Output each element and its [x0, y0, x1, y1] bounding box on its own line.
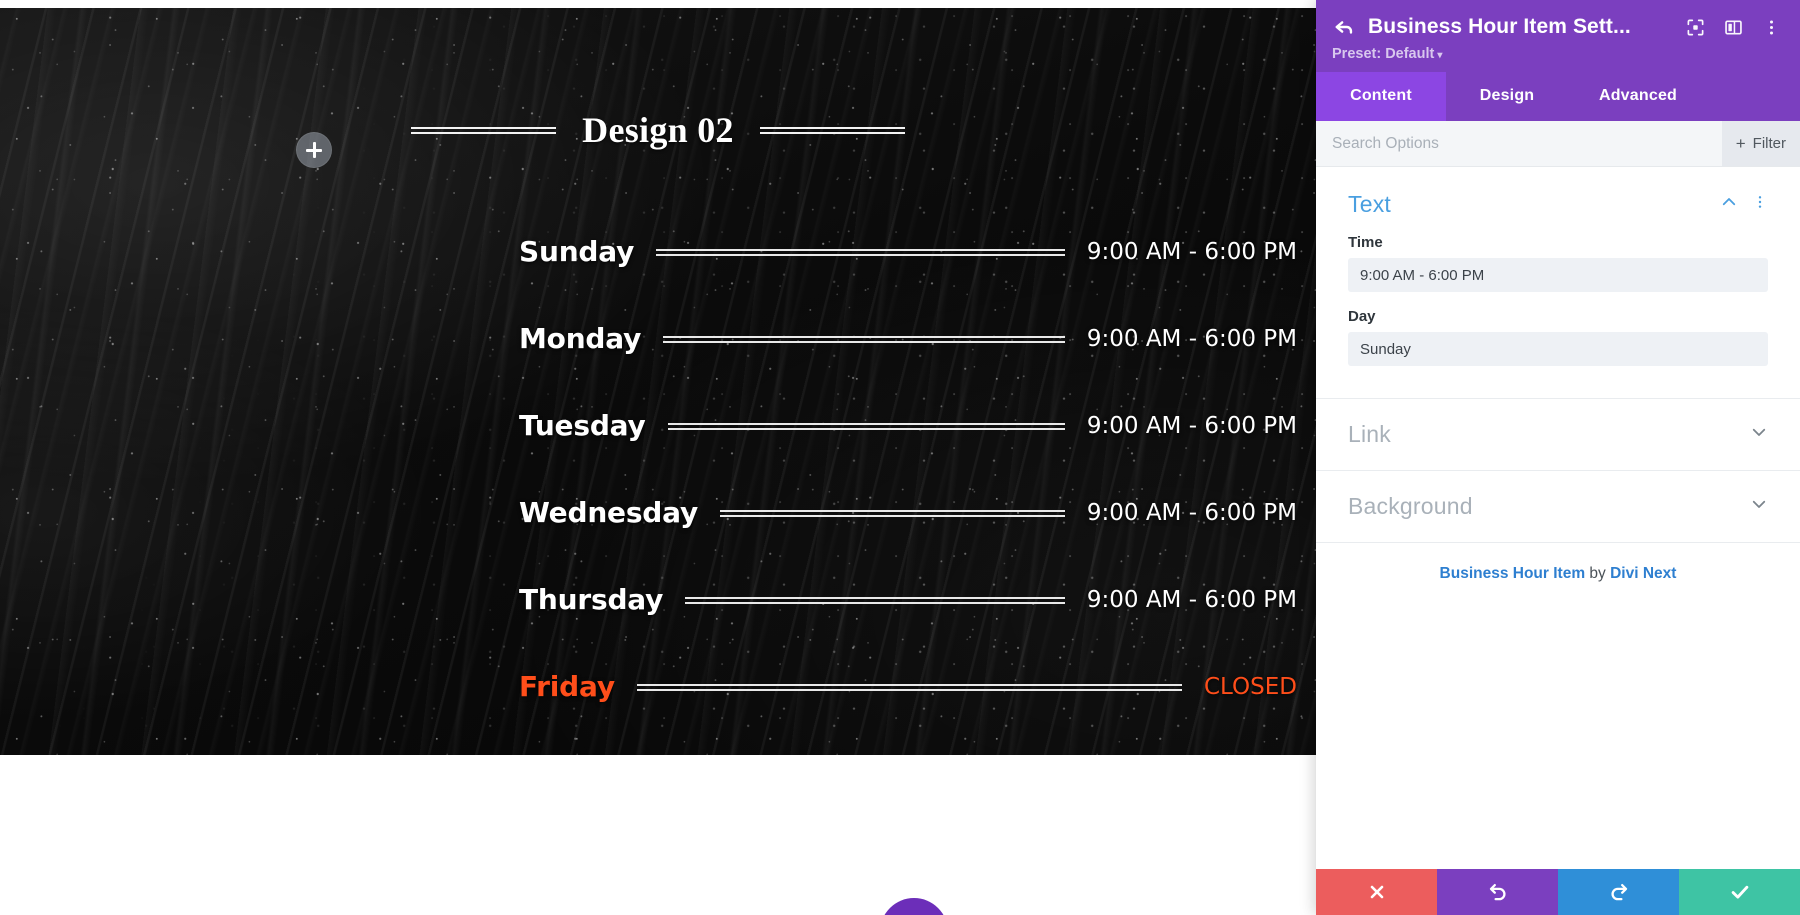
undo-button[interactable]: [1437, 869, 1558, 915]
time-input[interactable]: [1348, 258, 1768, 292]
business-hour-day: Thursday: [519, 583, 664, 616]
business-hour-separator: [663, 335, 1065, 343]
business-hour-row[interactable]: Tuesday 9:00 AM - 6:00 PM: [519, 404, 1297, 448]
business-hours-hero-section: Design 02 Sunday 9:00 AM - 6:00 PM Monday 9…: [0, 8, 1316, 755]
section-more-icon[interactable]: [1752, 194, 1768, 215]
business-hour-time: 9:00 AM - 6:00 PM: [1086, 238, 1297, 265]
business-hour-row[interactable]: Monday 9:00 AM - 6:00 PM: [519, 317, 1297, 361]
back-arrow-icon[interactable]: [1332, 15, 1356, 39]
business-hour-day: Monday: [519, 322, 642, 355]
title-rule-left: [411, 126, 557, 134]
business-hour-time: CLOSED: [1204, 673, 1297, 700]
module-credit-by: by: [1585, 565, 1611, 582]
business-hour-day: Wednesday: [519, 496, 699, 529]
panel-header-top-row: Business Hour Item Sett...: [1332, 14, 1784, 40]
business-hour-separator: [720, 509, 1065, 517]
hero-title-row: Design 02: [0, 112, 1316, 148]
section-text-header[interactable]: Text: [1348, 191, 1768, 218]
section-background[interactable]: Background: [1316, 470, 1800, 542]
save-button[interactable]: [1679, 869, 1800, 915]
business-hour-separator: [667, 422, 1065, 430]
business-hour-row[interactable]: Wednesday 9:00 AM - 6:00 PM: [519, 491, 1297, 535]
redo-button[interactable]: [1558, 869, 1679, 915]
preset-label: Preset: Default: [1332, 46, 1435, 62]
divi-builder-screen: Design 02 Sunday 9:00 AM - 6:00 PM Monday 9…: [0, 0, 1800, 915]
preset-selector[interactable]: Preset: Default ▾: [1332, 46, 1784, 62]
builder-floating-action-button[interactable]: [880, 898, 948, 915]
chevron-up-icon[interactable]: [1720, 193, 1738, 216]
chevron-down-icon[interactable]: [1750, 495, 1768, 518]
panel-title: Business Hour Item Sett...: [1368, 15, 1631, 38]
business-hours-list: Sunday 9:00 AM - 6:00 PM Monday 9:00 AM - 6…: [519, 230, 1297, 709]
module-credit: Business Hour Item by Divi Next: [1316, 542, 1800, 605]
tab-design[interactable]: Design: [1446, 72, 1568, 121]
panel-tabs: Content Design Advanced: [1316, 72, 1800, 121]
page-canvas: Design 02 Sunday 9:00 AM - 6:00 PM Monday 9…: [0, 0, 1316, 915]
panel-search-bar: + Filter: [1316, 121, 1800, 167]
business-hour-separator: [656, 248, 1065, 256]
module-credit-vendor-link[interactable]: Divi Next: [1610, 565, 1676, 582]
section-text: Text Time 9:00 AM - 6:00 PM Day Sunday: [1316, 167, 1800, 376]
tab-content[interactable]: Content: [1316, 72, 1446, 121]
section-text-header-icons: [1720, 193, 1768, 216]
filter-button[interactable]: + Filter: [1721, 121, 1800, 166]
more-options-icon[interactable]: [1758, 14, 1784, 40]
module-credit-module-link[interactable]: Business Hour Item: [1440, 565, 1586, 582]
filter-button-label: Filter: [1752, 135, 1786, 152]
redo-icon: [1611, 883, 1627, 901]
canvas-top-strip: [0, 0, 1316, 8]
plus-icon: +: [1735, 134, 1746, 153]
business-hour-day: Friday: [519, 670, 615, 703]
close-icon: [1370, 885, 1383, 899]
panel-header: Business Hour Item Sett... Preset: Defau…: [1316, 0, 1800, 72]
section-link[interactable]: Link: [1316, 398, 1800, 470]
business-hour-day: Sunday: [519, 235, 635, 268]
business-hour-row[interactable]: Thursday 9:00 AM - 6:00 PM: [519, 578, 1297, 622]
title-rule-right: [759, 126, 905, 134]
tab-advanced[interactable]: Advanced: [1568, 72, 1708, 121]
module-settings-panel: Business Hour Item Sett... Preset: Defau…: [1316, 0, 1800, 915]
search-input[interactable]: [1316, 121, 1722, 166]
business-hour-time: 9:00 AM - 6:00 PM: [1086, 412, 1297, 439]
cancel-button[interactable]: [1316, 869, 1437, 915]
business-hour-time: 9:00 AM - 6:00 PM: [1086, 586, 1297, 613]
business-hour-row[interactable]: Friday CLOSED: [519, 665, 1297, 709]
undo-icon: [1489, 883, 1505, 901]
preset-caret-icon: ▾: [1437, 50, 1443, 61]
layout-toggle-icon[interactable]: [1720, 14, 1746, 40]
chevron-down-icon[interactable]: [1750, 423, 1768, 446]
panel-body: Text Time 9:00 AM - 6:00 PM Day Sunday L…: [1316, 167, 1800, 869]
day-input[interactable]: [1348, 332, 1768, 366]
business-hour-row[interactable]: Sunday 9:00 AM - 6:00 PM: [519, 230, 1297, 274]
time-field: Time: [1348, 234, 1768, 292]
business-hour-time: 9:00 AM - 6:00 PM: [1086, 499, 1297, 526]
checkmark-icon: [1731, 885, 1748, 899]
business-hour-separator: [685, 596, 1065, 604]
section-text-title: Text: [1348, 191, 1391, 217]
day-field: Day: [1348, 308, 1768, 366]
time-field-label: Time: [1348, 234, 1383, 251]
expand-icon[interactable]: [1682, 14, 1708, 40]
section-link-title: Link: [1348, 421, 1391, 447]
section-background-title: Background: [1348, 493, 1473, 519]
business-hour-time: 9:00 AM - 6:00 PM: [1086, 325, 1297, 352]
business-hour-day: Tuesday: [519, 409, 646, 442]
business-hour-separator: [636, 683, 1182, 691]
day-field-label: Day: [1348, 308, 1376, 325]
page-title: Design 02: [582, 110, 734, 150]
panel-footer: [1316, 869, 1800, 915]
